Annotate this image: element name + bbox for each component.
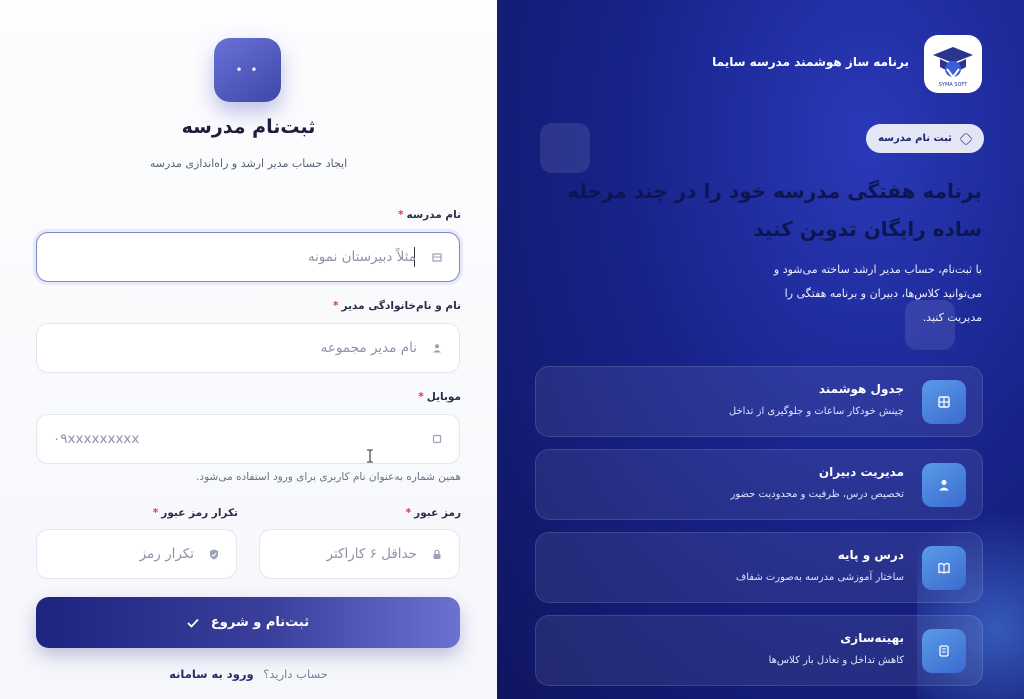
- school-name-label-text: نام مدرسه: [406, 209, 461, 221]
- required-mark: *: [333, 300, 339, 312]
- feature-title: درس و پایه: [837, 548, 904, 562]
- brand-name: برنامه ساز هوشمند مدرسه سایما: [712, 55, 909, 69]
- app-logo-tile: • •: [214, 38, 281, 102]
- school-name-input[interactable]: مثلاً دبیرستان نمونه: [36, 232, 460, 282]
- password-repeat-input[interactable]: تکرار رمز: [36, 529, 237, 579]
- lock-icon: [431, 548, 443, 560]
- manager-name-input[interactable]: نام مدیر مجموعه: [36, 323, 460, 373]
- text-cursor-icon: [367, 449, 373, 463]
- password-label-text: رمز عبور: [414, 507, 461, 519]
- feature-title: مدیریت دبیران: [818, 465, 904, 479]
- mobile-input[interactable]: ۰۹xxxxxxxxx: [36, 414, 460, 464]
- decorative-glass-square: [540, 123, 590, 173]
- mobile-hint: همین شماره به‌عنوان نام کاربری برای ورود…: [196, 471, 461, 483]
- feature-desc: تخصیص درس، ظرفیت و محدودیت حضور: [730, 489, 904, 500]
- promo-panel: SYMA SOFT برنامه ساز هوشمند مدرسه سایما …: [497, 0, 1024, 699]
- book-icon: [922, 546, 966, 590]
- password-placeholder: حداقل ۶ کاراکتر: [326, 546, 417, 562]
- required-mark: *: [418, 391, 424, 403]
- feature-card: بهینه‌سازی کاهش تداخل و تعادل بار کلاس‌ه…: [535, 615, 983, 686]
- school-name-placeholder: مثلاً دبیرستان نمونه: [307, 249, 416, 265]
- mobile-label: موبایل*: [418, 391, 461, 403]
- feature-desc: ساختار آموزشی مدرسه به‌صورت شفاف: [735, 572, 904, 583]
- register-submit-button[interactable]: ثبت‌نام و شروع: [36, 597, 460, 648]
- phone-icon: [431, 433, 443, 445]
- teacher-icon: [922, 463, 966, 507]
- user-icon: [431, 342, 443, 354]
- page-title: ثبت‌نام مدرسه: [181, 116, 316, 138]
- pill-label: ثبت نام مدرسه: [878, 133, 952, 144]
- graduation-cap-logo-icon: SYMA SOFT: [933, 47, 973, 88]
- shield-check-icon: [208, 548, 220, 560]
- page-subtitle: ایجاد حساب مدیر ارشد و راه‌اندازی مدرسه: [149, 157, 348, 170]
- manager-name-label: نام و نام‌خانوادگی مدیر*: [333, 300, 461, 312]
- mobile-label-text: موبایل: [426, 391, 461, 403]
- manager-name-label-text: نام و نام‌خانوادگی مدیر: [341, 300, 461, 312]
- feature-card: درس و پایه ساختار آموزشی مدرسه به‌صورت ش…: [535, 532, 983, 603]
- password-repeat-label-text: تکرار رمز عبور: [161, 507, 238, 519]
- logo-caption: SYMA SOFT: [939, 82, 968, 88]
- feature-desc: چینش خودکار ساعات و جلوگیری از تداخل: [728, 406, 904, 417]
- feature-card: مدیریت دبیران تخصیص درس، ظرفیت و محدودیت…: [535, 449, 983, 520]
- required-mark: *: [397, 209, 404, 221]
- feature-title: بهینه‌سازی: [840, 631, 904, 645]
- optimize-icon: [922, 629, 966, 673]
- school-name-label: نام مدرسه*: [398, 209, 461, 221]
- feature-card: جدول هوشمند چینش خودکار ساعات و جلوگیری …: [535, 366, 983, 437]
- manager-name-placeholder: نام مدیر مجموعه: [320, 340, 417, 356]
- required-mark: *: [405, 507, 412, 519]
- check-icon: [187, 618, 199, 628]
- promo-headline: برنامه هفتگی مدرسه خود را در چند مرحله س…: [567, 179, 982, 241]
- mobile-placeholder: ۰۹xxxxxxxxx: [53, 431, 140, 447]
- feature-desc: کاهش تداخل و تعادل بار کلاس‌ها: [768, 655, 904, 666]
- registration-form-panel: • • ثبت‌نام مدرسه ایجاد حساب مدیر ارشد و…: [0, 0, 497, 699]
- promo-intro: با ثبت‌نام، حساب مدیر ارشد ساخته می‌شود …: [773, 263, 982, 324]
- grid-icon: [922, 380, 966, 424]
- password-input[interactable]: حداقل ۶ کاراکتر: [259, 529, 460, 579]
- school-icon: [431, 251, 443, 263]
- password-repeat-label: تکرار رمز عبور*: [153, 507, 238, 519]
- feature-title: جدول هوشمند: [818, 382, 904, 396]
- brand-logo: SYMA SOFT: [924, 35, 982, 93]
- submit-label: ثبت‌نام و شروع: [210, 615, 310, 630]
- login-link[interactable]: ورود به سامانه: [169, 667, 253, 681]
- layers-icon: [959, 131, 973, 146]
- have-account-text: حساب دارید؟: [263, 667, 328, 681]
- required-mark: *: [152, 507, 159, 519]
- login-prompt: حساب دارید؟ ورود به سامانه: [0, 667, 497, 681]
- password-label: رمز عبور*: [406, 507, 461, 519]
- password-repeat-placeholder: تکرار رمز: [139, 546, 194, 562]
- register-school-pill: ثبت نام مدرسه: [866, 124, 984, 153]
- logo-dots-icon: • •: [235, 63, 260, 77]
